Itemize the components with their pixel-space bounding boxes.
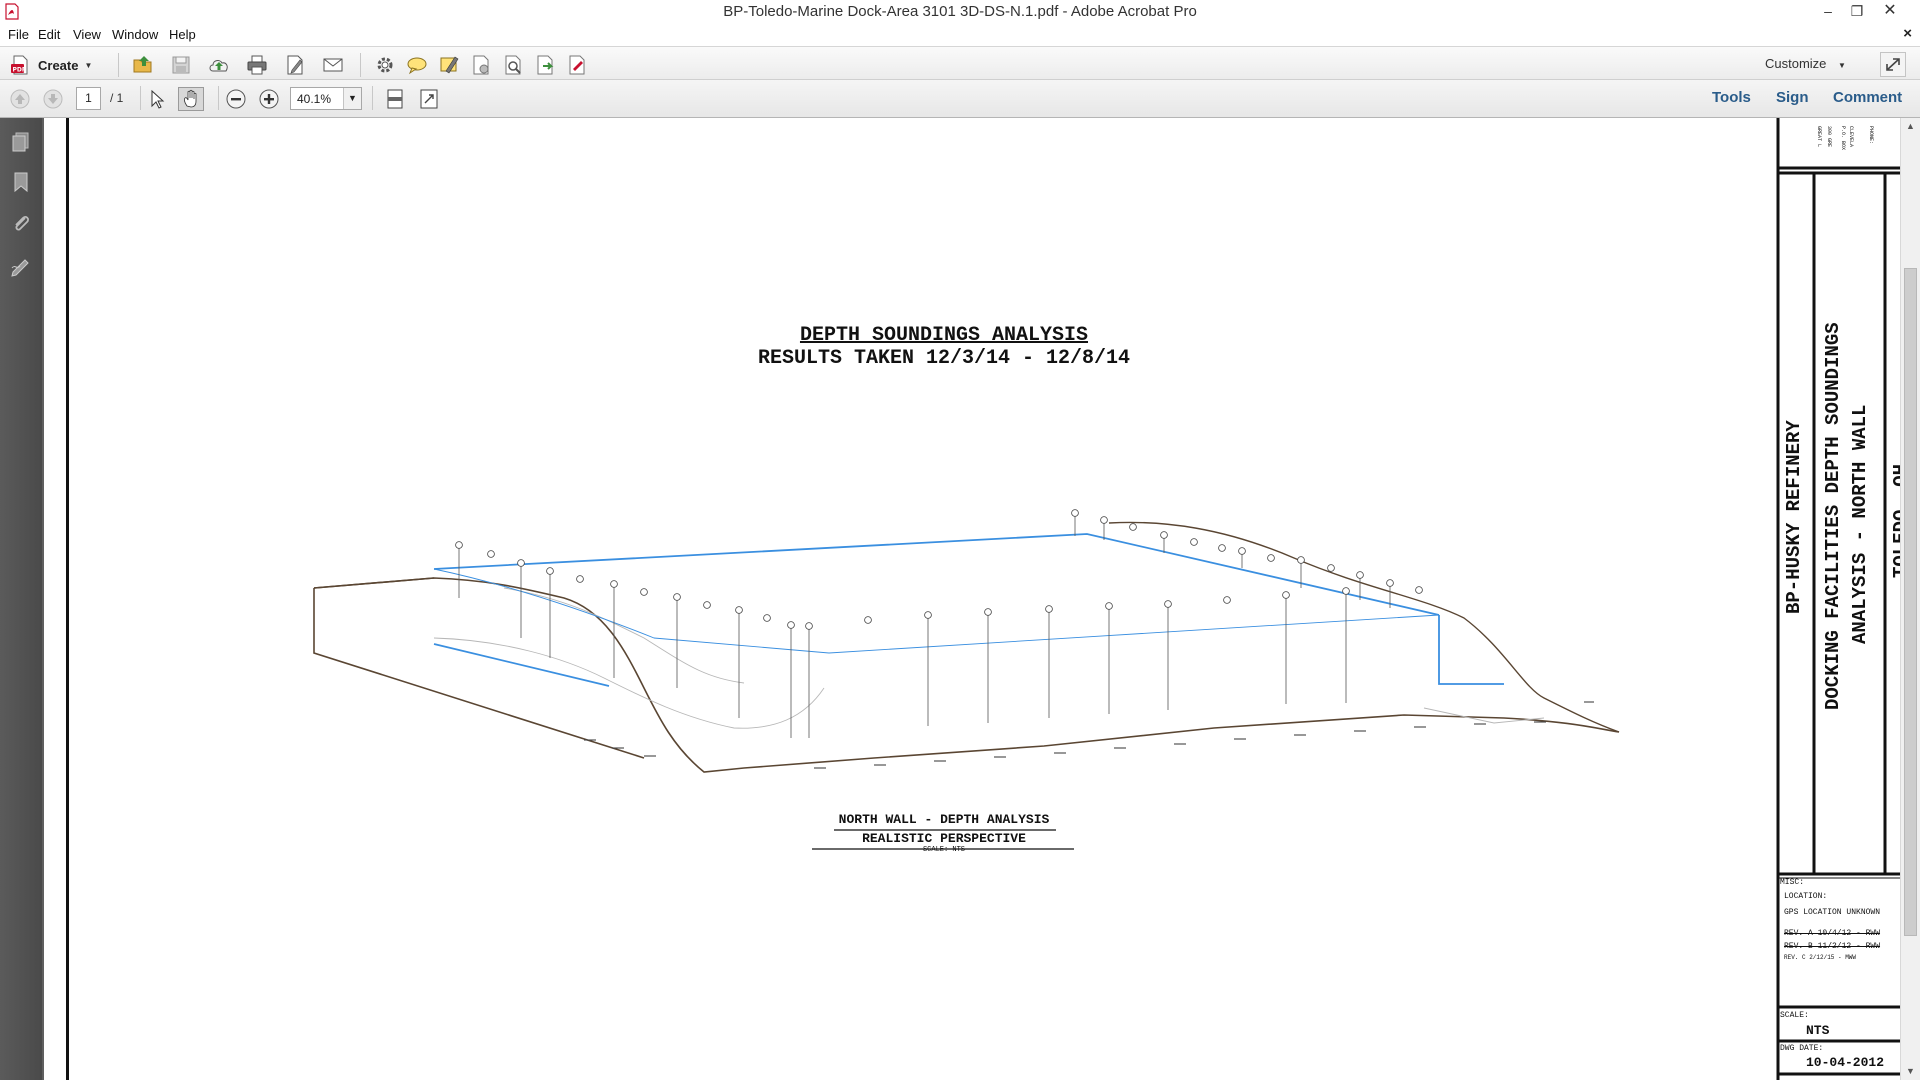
- tab-comment[interactable]: Comment: [1833, 89, 1902, 106]
- project-title-line1: DOCKING FACILITIES DEPTH SOUNDINGS: [1822, 322, 1844, 710]
- document-search-icon[interactable]: [502, 54, 524, 76]
- zoom-out-icon[interactable]: [225, 88, 247, 110]
- toolbar-divider: [118, 53, 119, 77]
- svg-text:PDF: PDF: [13, 67, 26, 74]
- page-thumbnails-icon[interactable]: [9, 130, 33, 154]
- scroll-up-button[interactable]: ▲: [1901, 118, 1920, 135]
- caption-line1: NORTH WALL - DEPTH ANALYSIS: [838, 812, 1050, 827]
- minimize-button[interactable]: –: [1816, 0, 1840, 24]
- navigation-toolbar: [0, 80, 1920, 190]
- create-label: Create: [38, 57, 79, 73]
- restore-button[interactable]: ❐: [1845, 0, 1869, 24]
- fullscreen-button[interactable]: [1880, 52, 1906, 77]
- scale-value: NTS: [1806, 1023, 1830, 1038]
- menu-file[interactable]: File: [8, 27, 29, 42]
- menu-window[interactable]: Window: [112, 27, 158, 42]
- terrain-outline: [313, 521, 1620, 773]
- tab-tools[interactable]: Tools: [1712, 89, 1751, 106]
- toolbar-divider: [140, 86, 141, 110]
- toolbar-divider: [372, 86, 373, 110]
- page-count: / 1: [110, 91, 124, 105]
- print-icon[interactable]: [246, 54, 268, 76]
- company-city: CLEVELA: [1848, 126, 1854, 148]
- company-address: 300 GRE: [1826, 126, 1832, 148]
- document-export-icon[interactable]: [534, 54, 556, 76]
- drawing-caption: NORTH WALL - DEPTH ANALYSIS REALISTIC PE…: [44, 810, 1844, 848]
- depth-soundings-3d-drawing: [313, 509, 1620, 850]
- location-label: LOCATION:: [1784, 892, 1828, 901]
- toolbar-divider: [218, 86, 219, 110]
- toolbar-divider: [360, 53, 361, 77]
- company-phone: PHONE:: [1868, 126, 1874, 145]
- cloud-upload-icon[interactable]: [208, 54, 230, 76]
- survey-box-outline: [433, 533, 1504, 687]
- main-toolbar: PDF Create ▼ Customize ▼: [0, 46, 1920, 80]
- project-city: TOLEDO, OH: [1890, 463, 1900, 578]
- gear-icon[interactable]: [374, 54, 396, 76]
- document-share-icon[interactable]: [470, 54, 492, 76]
- client-name: BP-HUSKY REFINERY: [1783, 420, 1805, 614]
- misc-label: MISC:: [1780, 878, 1805, 887]
- menu-help[interactable]: Help: [169, 27, 196, 42]
- title-block: GREAT L 300 GRE P.O. BOX CLEVELA PHONE: …: [1776, 118, 1900, 1080]
- chevron-down-icon: ▼: [1838, 61, 1846, 70]
- bookmarks-icon[interactable]: [9, 170, 33, 194]
- document-sign-icon[interactable]: [566, 54, 588, 76]
- tab-sign[interactable]: Sign: [1776, 89, 1809, 106]
- menu-edit[interactable]: Edit: [38, 27, 60, 42]
- menu-bar: File Edit View Window Help ×: [0, 24, 1920, 46]
- chevron-down-icon: ▼: [84, 60, 93, 70]
- signatures-icon[interactable]: [9, 254, 33, 278]
- expand-icon: [1886, 58, 1900, 71]
- location-value: GPS LOCATION UNKNOWN: [1784, 908, 1881, 917]
- scale-label: SCALE:: [1780, 1011, 1809, 1020]
- scrollbar-thumb[interactable]: [1904, 268, 1917, 936]
- menu-view[interactable]: View: [73, 27, 101, 42]
- caption-scale: SCALE: NTS: [922, 846, 965, 854]
- scrolling-mode-icon[interactable]: [384, 88, 406, 110]
- close-document-button[interactable]: ×: [1903, 25, 1912, 42]
- comment-bubble-icon[interactable]: [406, 54, 428, 76]
- previous-page-icon[interactable]: [9, 88, 31, 110]
- drawing-date-label: DWG DATE:: [1780, 1044, 1824, 1053]
- customize-button[interactable]: Customize ▼: [1765, 56, 1846, 71]
- depth-sounding-markers: [455, 509, 1423, 630]
- pdf-page: DEPTH SOUNDINGS ANALYSIS RESULTS TAKEN 1…: [44, 118, 1900, 1080]
- zoom-select[interactable]: 40.1% ▼: [290, 87, 362, 110]
- open-folder-icon[interactable]: [132, 54, 154, 76]
- hand-tool-icon[interactable]: [178, 87, 204, 111]
- customize-label: Customize: [1765, 56, 1827, 71]
- zoom-in-icon[interactable]: [258, 88, 280, 110]
- next-page-icon[interactable]: [42, 88, 64, 110]
- zoom-value: 40.1%: [297, 92, 332, 106]
- document-viewer[interactable]: DEPTH SOUNDINGS ANALYSIS RESULTS TAKEN 1…: [42, 118, 1900, 1080]
- create-pdf-icon: PDF: [11, 55, 28, 75]
- scroll-down-button[interactable]: ▼: [1901, 1063, 1920, 1080]
- title-bar: BP-Toledo-Marine Dock-Area 3101 3D-DS-N.…: [0, 0, 1920, 24]
- company-name: GREAT L: [1816, 126, 1822, 148]
- save-icon[interactable]: [170, 54, 192, 76]
- edit-document-icon[interactable]: [284, 54, 306, 76]
- drawing-date-value: 10-04-2012: [1806, 1055, 1885, 1070]
- chevron-down-icon[interactable]: ▼: [343, 88, 361, 109]
- company-po-box: P.O. BOX: [1840, 126, 1846, 151]
- create-button[interactable]: PDF Create ▼: [10, 53, 92, 77]
- revision-a: REV. A 10/4/12 - RWW: [1784, 929, 1881, 938]
- window-title: BP-Toledo-Marine Dock-Area 3101 3D-DS-N.…: [723, 3, 1197, 20]
- fit-page-icon[interactable]: [418, 88, 440, 110]
- select-cursor-icon[interactable]: [147, 88, 169, 110]
- highlight-icon[interactable]: [438, 54, 460, 76]
- revision-b: REV. B 11/2/12 - RWW: [1784, 942, 1881, 951]
- project-title-line2: ANALYSIS - NORTH WALL: [1849, 404, 1871, 644]
- attachments-icon[interactable]: [9, 212, 33, 236]
- navigation-pane: [0, 118, 42, 1080]
- vertical-scrollbar[interactable]: ▲ ▼: [1900, 118, 1920, 1080]
- close-window-button[interactable]: ✕: [1878, 0, 1902, 24]
- revision-c: REV. C 2/12/15 - MWW: [1784, 954, 1857, 961]
- email-icon[interactable]: [322, 54, 344, 76]
- page-number-input[interactable]: 1: [76, 87, 101, 110]
